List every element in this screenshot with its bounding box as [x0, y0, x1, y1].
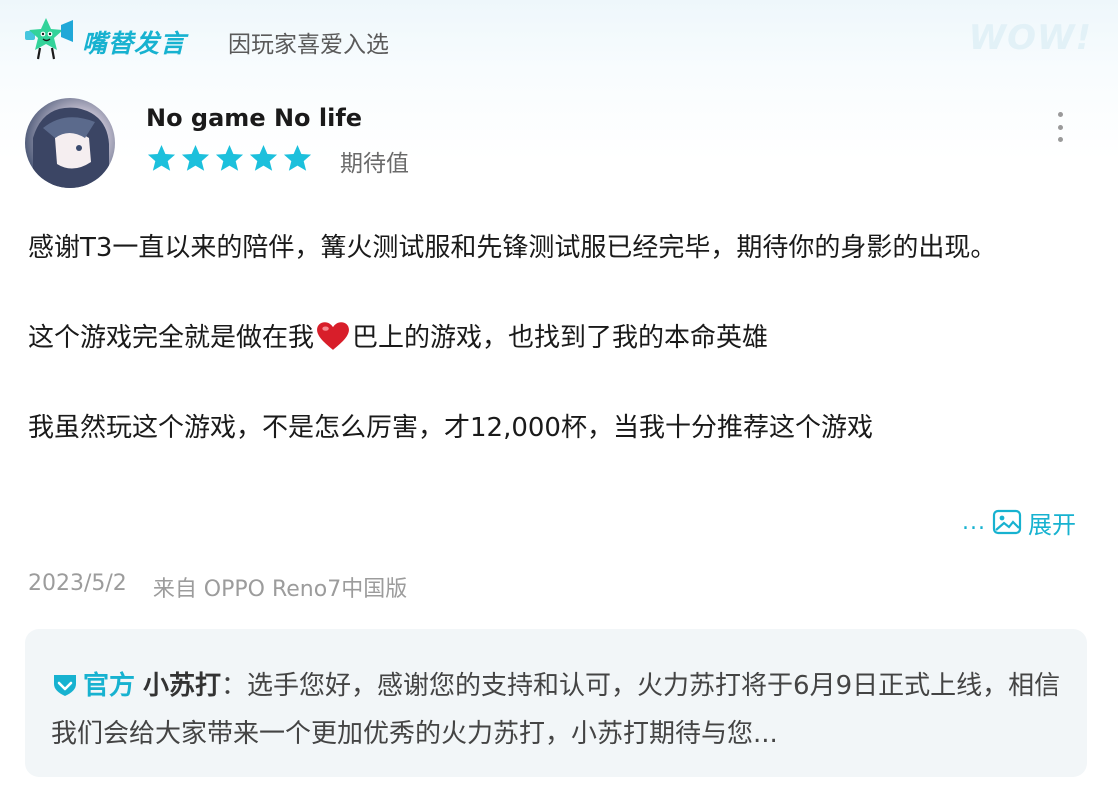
review-paragraph-2: 这个游戏完全就是做在我 巴上的游戏，也找到了我的本命英雄 — [28, 316, 1078, 361]
wow-watermark: WOW! — [968, 18, 1092, 58]
username[interactable]: No game No life — [146, 104, 362, 132]
avatar[interactable] — [25, 98, 115, 188]
star-icon — [249, 144, 278, 171]
official-reply-text-block: 官方 小苏打：选手您好，感谢您的支持和认可，火力苏打将于6月9日正式上线，相信我们… — [51, 662, 1071, 758]
more-vertical-icon[interactable] — [1048, 112, 1072, 142]
review-text: 感谢T3一直以来的陪伴，篝火测试服和先锋测试服已经完毕，期待你的身影的出现。 这… — [28, 226, 1078, 451]
avatar-portrait-icon — [33, 107, 109, 188]
header: 嘴替发言 因玩家喜爱入选 WOW! — [0, 0, 1118, 80]
review-paragraph-2-start: 这个游戏完全就是做在我 — [28, 323, 315, 353]
star-icon — [181, 144, 210, 171]
star-rating — [146, 143, 313, 174]
brand-title: 嘴替发言 — [82, 29, 187, 58]
post-meta: 2023/5/2 来自 OPPO Reno7中国版 — [28, 571, 407, 603]
replier-name[interactable]: 小苏打 — [143, 671, 221, 701]
expand-label: 展开 — [1027, 510, 1076, 539]
post-device: 来自 OPPO Reno7中国版 — [152, 577, 408, 602]
mascot-logo-icon — [25, 18, 73, 60]
review-paragraph-2-end: 巴上的游戏，也找到了我的本命英雄 — [352, 323, 769, 353]
official-badge-icon — [54, 675, 76, 696]
rating-label: 期待值 — [340, 151, 409, 177]
image-icon — [992, 509, 1022, 535]
selection-reason: 因玩家喜爱入选 — [228, 32, 389, 58]
expand-button[interactable]: ... 展开 — [962, 505, 1076, 539]
post-date: 2023/5/2 — [28, 571, 127, 596]
review-paragraph-3: 我虽然玩这个游戏，不是怎么厉害，才12,000杯，当我十分推荐这个游戏 — [28, 413, 873, 443]
expand-ellipsis: ... — [962, 509, 986, 535]
star-icon — [283, 144, 312, 171]
official-label: 官方 — [83, 671, 136, 701]
star-icon — [147, 144, 176, 171]
review-card: 嘴替发言 因玩家喜爱入选 WOW! No game No life 期待值 感谢… — [0, 0, 1118, 788]
review-paragraph-1: 感谢T3一直以来的陪伴，篝火测试服和先锋测试服已经完毕，期待你的身影的出现。 — [28, 233, 997, 263]
official-reply[interactable]: 官方 小苏打：选手您好，感谢您的支持和认可，火力苏打将于6月9日正式上线，相信我们… — [25, 629, 1087, 777]
star-icon — [215, 144, 244, 171]
heart-emoji-icon — [317, 322, 349, 350]
